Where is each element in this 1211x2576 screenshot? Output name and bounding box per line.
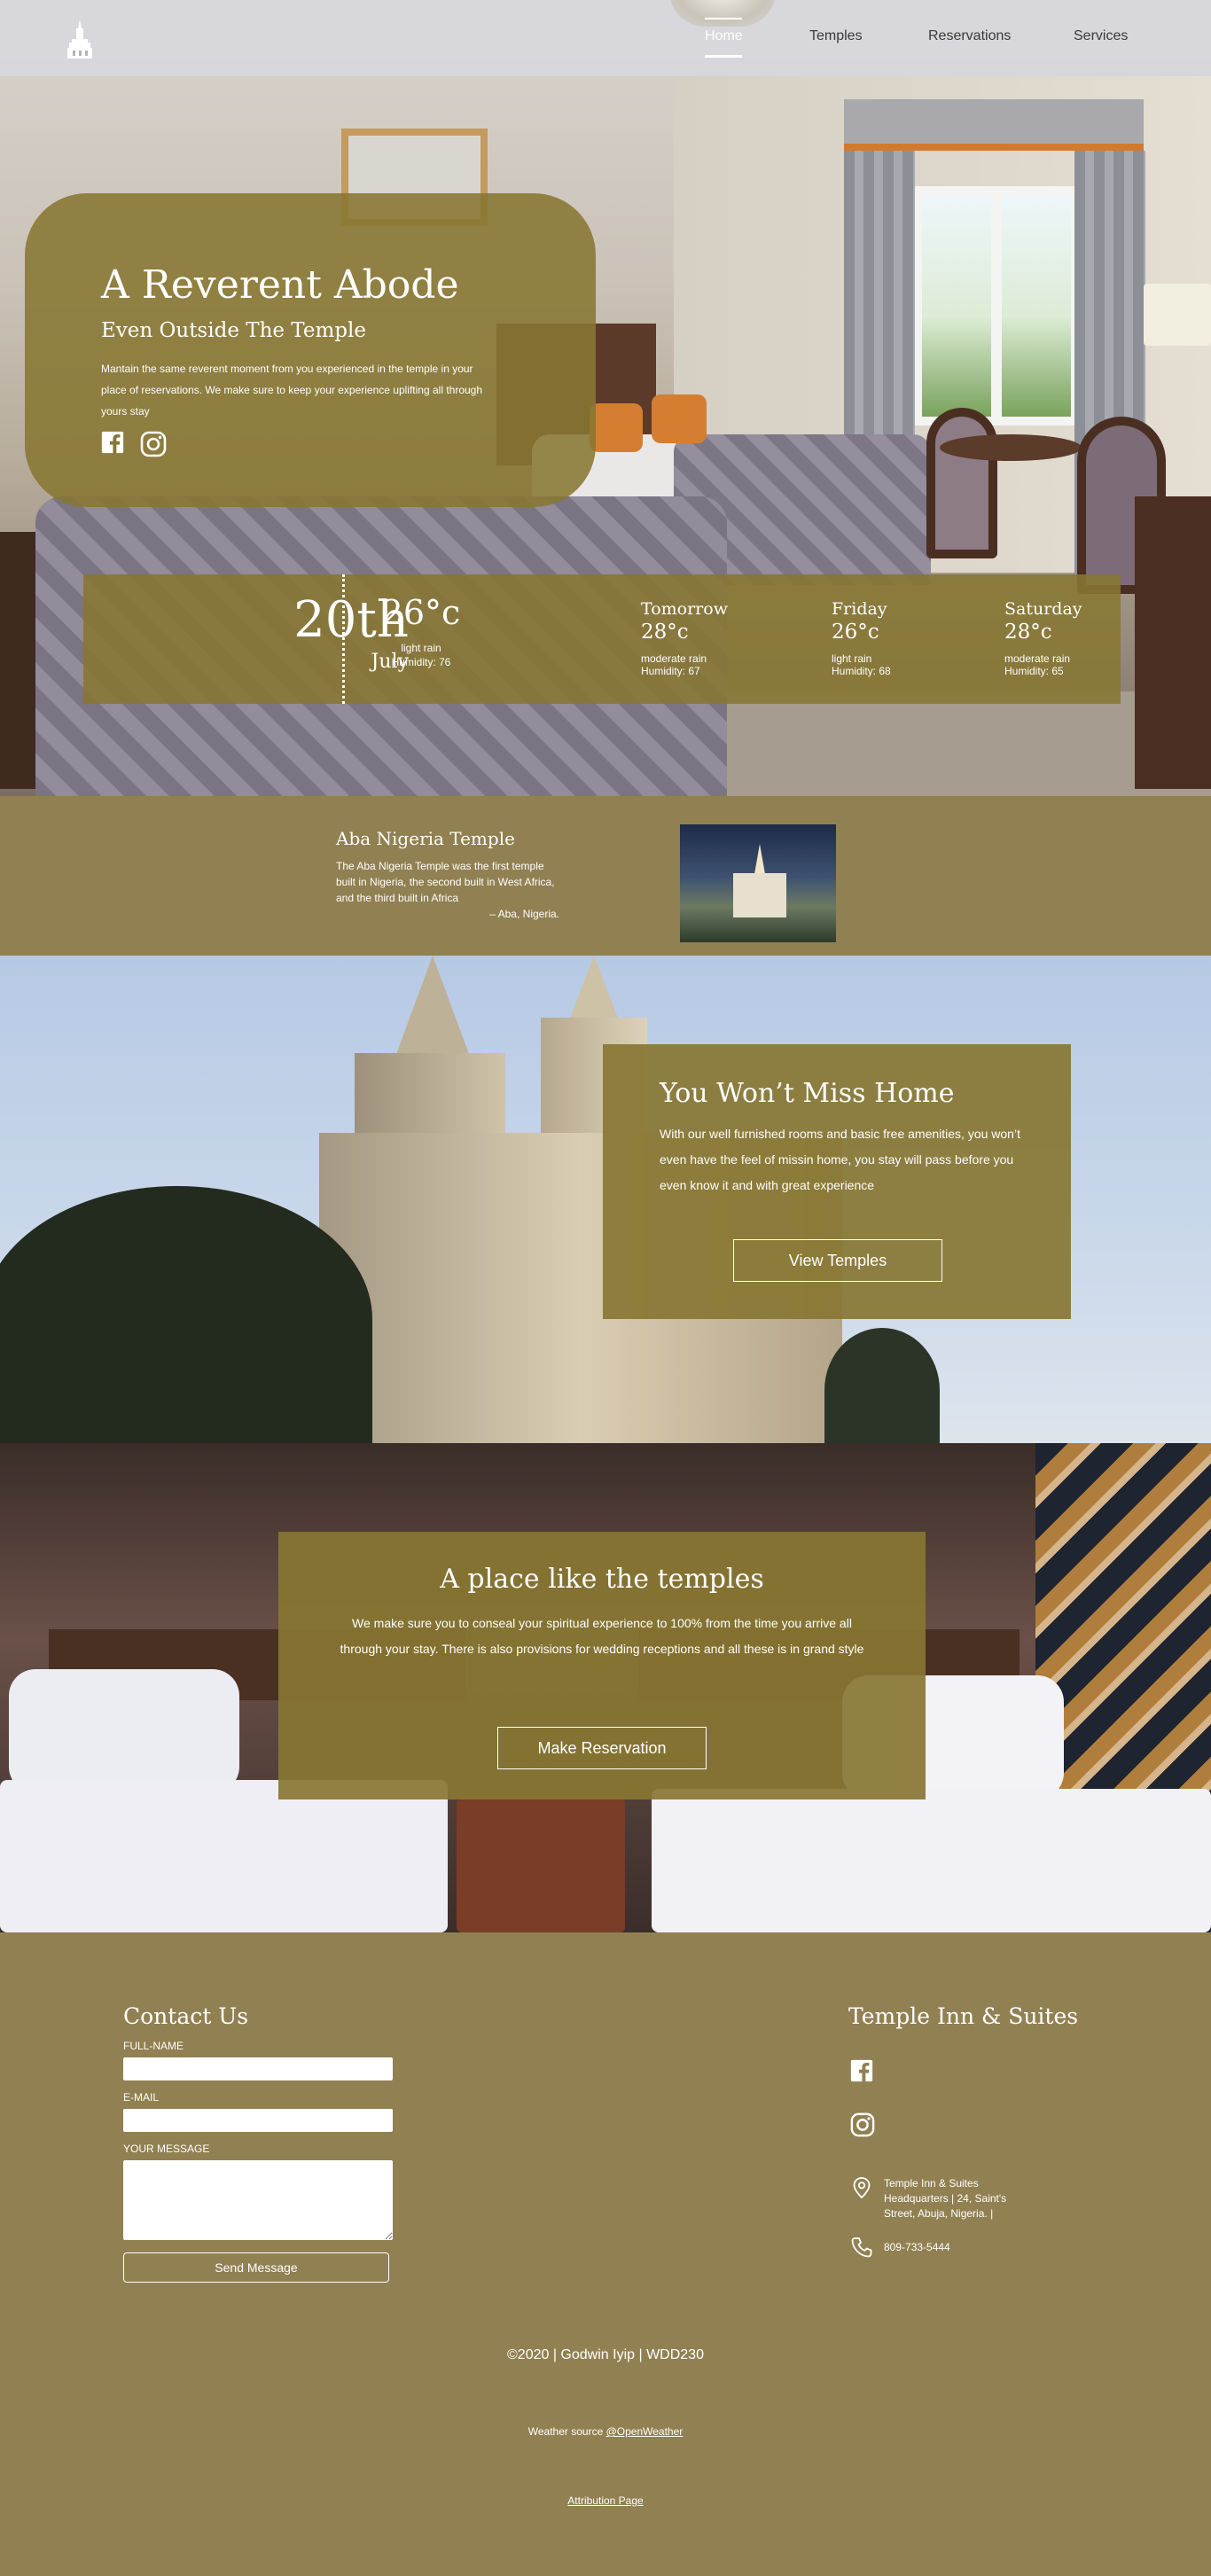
temples-card-text: We make sure you to conseal your spiritu… — [340, 1616, 864, 1656]
featured-temple-location: – Aba, Nigeria. — [489, 908, 559, 920]
forecast-humidity: Humidity: 68 — [832, 665, 891, 677]
home-card: You Won’t Miss Home With our well furnis… — [603, 1044, 1071, 1319]
today-temp: 26°c — [381, 593, 461, 632]
full-name-field[interactable] — [123, 2057, 393, 2080]
email-label: E-MAIL — [123, 2091, 160, 2104]
send-message-button[interactable]: Send Message — [123, 2252, 389, 2283]
hero-title: A Reverent Abode — [101, 262, 459, 308]
temples-card-title: A place like the temples — [440, 1564, 764, 1595]
featured-temple-name: Aba Nigeria Temple — [336, 828, 515, 849]
featured-temple-image — [680, 824, 836, 942]
facebook-icon[interactable] — [850, 2059, 873, 2082]
weather-panel: 20th July 26°c light rain Humidity: 76 T… — [83, 574, 1121, 704]
forecast-temp: 28°c — [1004, 621, 1052, 644]
weather-today: 26°c light rain Humidity: 76 — [372, 596, 470, 668]
attribution-link[interactable]: Attribution Page — [567, 2494, 643, 2507]
bed — [0, 1780, 448, 1932]
forecast-temp: 28°c — [641, 621, 689, 644]
temple-logo-icon[interactable] — [64, 20, 96, 59]
forecast-day: Friday 26°c light rain Humidity: 68 — [832, 599, 891, 677]
forecast-desc: light rain — [832, 652, 872, 665]
forecast-humidity: Humidity: 67 — [641, 665, 700, 677]
featured-temple-description: The Aba Nigeria Temple was the first tem… — [336, 860, 555, 904]
phone-row: 809-733-5444 — [850, 2236, 950, 2259]
contact-form: Contact Us FULL-NAME E-MAIL YOUR MESSAGE… — [123, 2003, 394, 2283]
temple-spire — [754, 844, 765, 874]
temple-building — [733, 873, 786, 917]
today-desc: light rain — [401, 642, 441, 654]
pillow — [652, 394, 707, 443]
company-info: Temple Inn & Suites Temple Inn & Suites … — [848, 2003, 1079, 2258]
attribution: Attribution Page — [0, 2494, 1211, 2507]
company-name: Temple Inn & Suites — [848, 2003, 1079, 2029]
contact-title: Contact Us — [123, 2003, 249, 2029]
address-text: Temple Inn & Suites Headquarters | 24, S… — [884, 2177, 1007, 2220]
nav-reservations-link[interactable]: Reservations — [928, 28, 1011, 44]
address-row: Temple Inn & Suites Headquarters | 24, S… — [850, 2176, 1026, 2221]
forecast-day: Tomorrow 28°c moderate rain Humidity: 67 — [641, 599, 728, 677]
featured-temple-text: Aba Nigeria Temple The Aba Nigeria Templ… — [336, 828, 559, 920]
nav-home-link[interactable]: Home — [705, 28, 743, 44]
make-reservation-button[interactable]: Make Reservation — [497, 1727, 707, 1769]
weather-source: Weather source @OpenWeather — [0, 2425, 1211, 2438]
lamp-shade — [1144, 284, 1211, 346]
pillow — [9, 1669, 239, 1793]
instagram-icon[interactable] — [850, 2112, 875, 2137]
curtain-valance — [844, 99, 1144, 151]
message-label: YOUR MESSAGE — [123, 2143, 210, 2155]
openweather-link[interactable]: @OpenWeather — [606, 2425, 684, 2438]
ceiling-lamp — [669, 0, 776, 27]
nightstand — [457, 1798, 625, 1932]
home-card-text: With our well furnished rooms and basic … — [660, 1127, 1020, 1192]
instagram-icon[interactable] — [140, 431, 167, 457]
forecast-day-name: Friday — [832, 599, 887, 619]
footer: Contact Us FULL-NAME E-MAIL YOUR MESSAGE… — [0, 1932, 1211, 2576]
hero-description: Mantain the same reverent moment from yo… — [101, 363, 483, 418]
location-pin-icon — [853, 2177, 871, 2199]
hero-subtitle: Even Outside The Temple — [101, 319, 366, 343]
hero-window — [913, 186, 1080, 425]
forecast-temp: 26°c — [832, 621, 879, 644]
hero-socials — [101, 431, 596, 457]
bed — [652, 1789, 1211, 1932]
pillow — [590, 403, 643, 452]
hero-card: A Reverent Abode Even Outside The Temple… — [25, 193, 596, 507]
nav-services-link[interactable]: Services — [1074, 28, 1128, 44]
phone-text[interactable]: 809-733-5444 — [884, 2240, 950, 2255]
nav-temples-link[interactable]: Temples — [809, 28, 863, 44]
tree — [0, 1186, 372, 1443]
featured-temple: Aba Nigeria Temple The Aba Nigeria Templ… — [0, 796, 1211, 956]
temples-card: A place like the temples We make sure yo… — [278, 1532, 926, 1799]
forecast-day-name: Saturday — [1004, 599, 1082, 619]
email-field[interactable] — [123, 2109, 393, 2132]
nav-active-topline — [705, 18, 742, 20]
facebook-icon[interactable] — [101, 431, 124, 455]
full-name-label: FULL-NAME — [123, 2040, 184, 2052]
view-temples-button[interactable]: View Temples — [733, 1239, 942, 1282]
phone-icon — [851, 2237, 872, 2258]
copyright: ©2020 | Godwin Iyip | WDD230 — [507, 2347, 704, 2362]
weather-source-prefix: Weather source — [527, 2425, 606, 2438]
tree — [824, 1328, 940, 1443]
round-table — [940, 434, 1082, 461]
home-card-title: You Won’t Miss Home — [660, 1078, 955, 1109]
forecast-day-name: Tomorrow — [641, 599, 728, 619]
top-navigation: Home Temples Reservations Services — [0, 0, 1211, 76]
today-humidity: Humidity: 76 — [391, 656, 451, 668]
message-field[interactable] — [123, 2160, 393, 2240]
forecast-humidity: Humidity: 65 — [1004, 665, 1064, 677]
weather-divider — [342, 574, 345, 704]
chair — [926, 408, 997, 558]
desk — [1135, 496, 1211, 789]
nav-active-indicator — [705, 55, 742, 58]
forecast-desc: moderate rain — [1004, 652, 1071, 665]
forecast-day: Saturday 28°c moderate rain Humidity: 65 — [1004, 599, 1082, 677]
forecast-desc: moderate rain — [641, 652, 707, 665]
